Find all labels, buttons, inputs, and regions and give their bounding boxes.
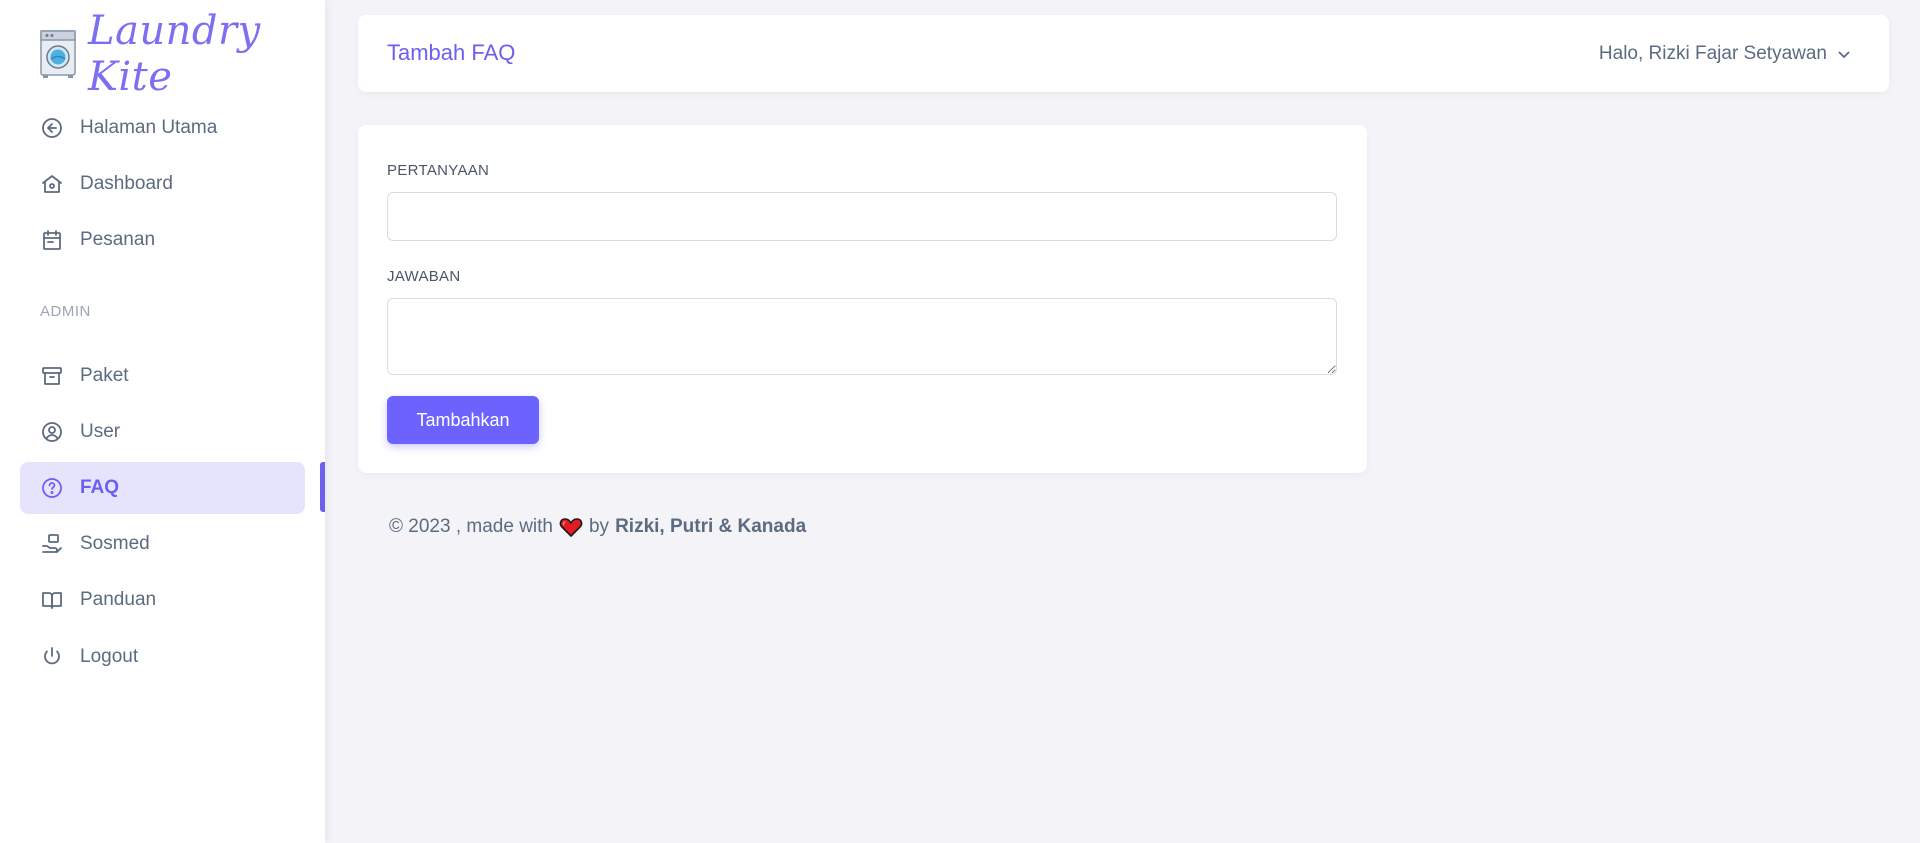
answer-label: JAWABAN [387,268,461,285]
brand-name: Laundry Kite [88,8,261,100]
footer: © 2023 , made with by Rizki, Putri & Kan… [389,516,806,538]
home-icon [40,172,64,196]
chevron-down-icon [1838,51,1850,59]
calendar-icon [40,228,64,252]
user-circle-icon [40,420,64,444]
top-header: Tambah FAQ Halo, Rizki Fajar Setyawan [358,15,1889,92]
sidebar-item-label: Dashboard [80,173,173,194]
footer-by: by [588,516,610,537]
section-label-admin: ADMIN [40,303,91,320]
sidebar-item-label: FAQ [80,477,120,498]
active-indicator [320,462,325,512]
archive-icon [40,364,64,388]
sidebar-item-faq[interactable]: FAQ [20,462,305,514]
sidebar-item-panduan[interactable]: Panduan [20,574,305,626]
sidebar-item-label: User [80,421,121,442]
sidebar-item-label: Pesanan [80,229,156,250]
sidebar-item-paket[interactable]: Paket [20,350,305,402]
submit-button[interactable]: Tambahkan [387,396,539,444]
user-greeting: Halo, Rizki Fajar Setyawan [1598,43,1827,64]
sidebar-item-label: Panduan [80,589,157,610]
user-menu[interactable]: Halo, Rizki Fajar Setyawan [1599,43,1851,65]
faq-form-card: PERTANYAAN JAWABAN Tambahkan [358,125,1367,473]
question-input[interactable] [387,192,1337,241]
sidebar-item-pesanan[interactable]: Pesanan [20,214,305,266]
sidebar: Laundry Kite Halaman Utama Dashboard Pes… [0,0,325,843]
heart-icon [559,516,583,538]
sidebar-item-halaman-utama[interactable]: Halaman Utama [20,102,305,154]
brand[interactable]: Laundry Kite [40,8,325,100]
footer-prefix: © 2023 , made with [389,516,553,537]
washing-machine-icon [40,29,76,79]
page-title: Tambah FAQ [387,40,516,65]
sidebar-item-dashboard[interactable]: Dashboard [20,158,305,210]
hand-share-icon [40,532,64,556]
sidebar-item-label: Logout [80,646,139,667]
sidebar-item-logout[interactable]: Logout [20,631,305,683]
power-icon [40,645,64,669]
sidebar-item-user[interactable]: User [20,406,305,458]
question-circle-icon [40,476,64,500]
book-open-icon [40,588,64,612]
sidebar-item-label: Halaman Utama [80,117,218,138]
sidebar-item-label: Sosmed [80,533,150,554]
answer-textarea[interactable] [387,298,1337,375]
question-label: PERTANYAAN [387,162,490,179]
footer-authors: Rizki, Putri & Kanada [615,516,807,537]
sidebar-item-sosmed[interactable]: Sosmed [20,518,305,570]
sidebar-item-label: Paket [80,365,129,386]
arrow-left-circle-icon [40,116,64,140]
